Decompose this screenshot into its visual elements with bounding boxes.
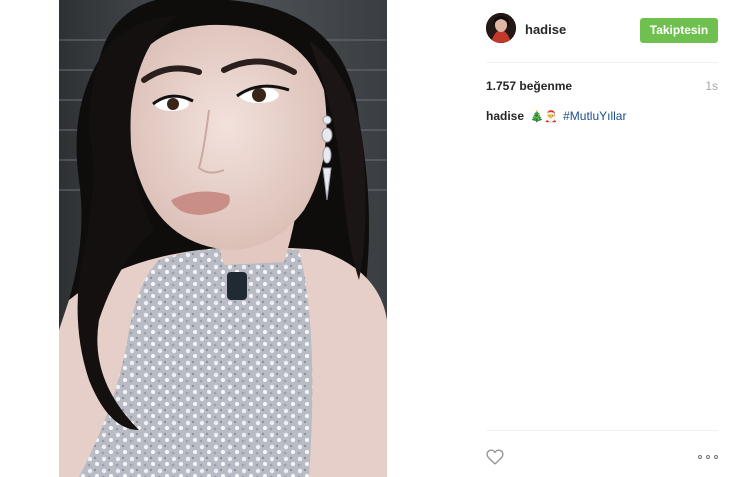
post-timestamp[interactable]: 1s — [705, 79, 718, 93]
header-divider — [486, 62, 718, 63]
caption-username[interactable]: hadise — [486, 109, 524, 123]
post-photo-graphic — [59, 0, 387, 477]
dot-icon — [714, 455, 718, 459]
post-caption: hadise 🎄🎅 #MutluYıllar — [486, 109, 626, 123]
heart-icon[interactable] — [486, 449, 504, 465]
dot-icon — [706, 455, 710, 459]
username-link[interactable]: hadise — [525, 22, 566, 37]
avatar-image — [486, 13, 516, 43]
follow-button[interactable]: Takiptesin — [640, 18, 718, 43]
actions-divider — [486, 430, 718, 431]
post-side-panel: hadise Takiptesin 1.757 beğenme 1s hadis… — [486, 0, 718, 477]
caption-emoji: 🎄🎅 — [530, 110, 558, 123]
more-options-icon[interactable] — [698, 450, 718, 464]
hashtag-link[interactable]: #MutluYıllar — [563, 109, 626, 123]
post-header: hadise Takiptesin — [486, 13, 718, 47]
avatar[interactable] — [486, 13, 516, 43]
like-count[interactable]: 1.757 beğenme — [486, 79, 572, 93]
post-photo[interactable] — [59, 0, 387, 477]
dot-icon — [698, 455, 702, 459]
